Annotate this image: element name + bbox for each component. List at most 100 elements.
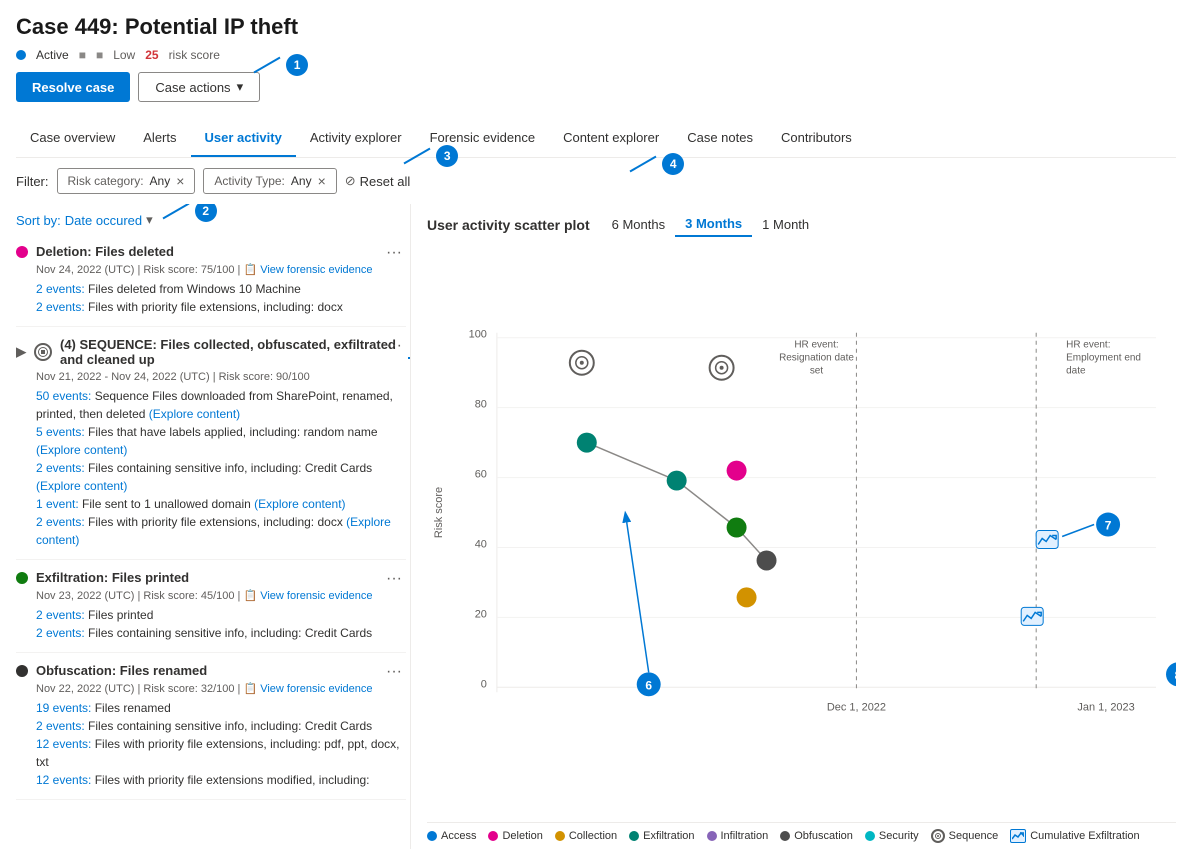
activity-title-exfil: Exfiltration: Files printed bbox=[36, 570, 189, 585]
svg-text:HR event:: HR event: bbox=[1066, 340, 1110, 351]
scatter-dot-olive[interactable] bbox=[737, 587, 757, 607]
case-meta: Active ■ ■ Low 25 risk score bbox=[16, 48, 1176, 62]
chart-legend: Access Deletion Collection Exfiltration … bbox=[427, 822, 1176, 849]
filter-chip-risk-close[interactable]: × bbox=[176, 173, 184, 189]
time-btn-6months[interactable]: 6 Months bbox=[602, 212, 675, 237]
forensic-link-obfus[interactable]: 📋 View forensic evidence bbox=[243, 683, 372, 695]
item-menu-exfil[interactable]: ··· bbox=[386, 570, 402, 588]
activity-details-deletion: 2 events: Files deleted from Windows 10 … bbox=[36, 280, 406, 316]
legend-label-sequence: Sequence bbox=[949, 830, 999, 842]
activity-details-obfus: 19 events: Files renamed 2 events: Files… bbox=[36, 699, 406, 789]
legend-label-security: Security bbox=[879, 830, 919, 842]
svg-text:set: set bbox=[810, 366, 824, 377]
explore-link[interactable]: (Explore content) bbox=[149, 407, 240, 421]
scatter-dot-deletion[interactable] bbox=[727, 461, 747, 481]
item-menu-sequence[interactable]: ··· bbox=[386, 337, 402, 355]
tab-case-notes[interactable]: Case notes bbox=[673, 120, 767, 157]
legend-security: Security bbox=[865, 830, 919, 842]
legend-label-infiltration: Infiltration bbox=[721, 830, 769, 842]
svg-text:HR event:: HR event: bbox=[794, 340, 838, 351]
activity-details-exfil: 2 events: Files printed 2 events: Files … bbox=[36, 606, 406, 642]
legend-icon-sequence bbox=[931, 829, 945, 843]
header: Case 449: Potential IP theft Active ■ ■ … bbox=[16, 0, 1176, 120]
svg-text:6: 6 bbox=[645, 678, 652, 692]
time-btn-3months[interactable]: 3 Months bbox=[675, 212, 752, 237]
legend-cumulative: Cumulative Exfiltration bbox=[1010, 829, 1139, 843]
item-menu-obfus[interactable]: ··· bbox=[386, 663, 402, 681]
legend-obfuscation: Obfuscation bbox=[780, 830, 853, 842]
activity-item-exfiltration: Exfiltration: Files printed Nov 23, 2022… bbox=[16, 560, 406, 653]
status-indicator bbox=[16, 50, 26, 60]
case-actions-button[interactable]: Case actions ▾ bbox=[138, 72, 260, 102]
activity-meta-exfil: Nov 23, 2022 (UTC) | Risk score: 45/100 … bbox=[36, 589, 406, 602]
explore-link[interactable]: (Explore content) bbox=[36, 479, 127, 493]
tab-content-explorer[interactable]: Content explorer bbox=[549, 120, 673, 157]
activity-header-sequence: ▶ (4) SEQUENCE: Files collected, obfusca… bbox=[16, 337, 406, 367]
filter-chip-risk[interactable]: Risk category: Any × bbox=[57, 168, 196, 194]
time-btn-1month[interactable]: 1 Month bbox=[752, 212, 819, 237]
status-label: Active bbox=[36, 48, 69, 62]
annotation-5: 5 bbox=[408, 347, 410, 369]
tab-activity-explorer[interactable]: Activity explorer bbox=[296, 120, 416, 157]
scatter-dot-green[interactable] bbox=[727, 518, 747, 538]
page-container: Case 449: Potential IP theft Active ■ ■ … bbox=[0, 0, 1192, 849]
legend-label-exfiltration: Exfiltration bbox=[643, 830, 694, 842]
explore-link[interactable]: (Explore content) bbox=[36, 515, 391, 547]
scatter-title: User activity scatter plot bbox=[427, 217, 590, 233]
activity-title-obfus: Obfuscation: Files renamed bbox=[36, 663, 207, 678]
tab-alerts[interactable]: Alerts bbox=[129, 120, 190, 157]
activity-item-sequence: ▶ (4) SEQUENCE: Files collected, obfusca… bbox=[16, 327, 406, 560]
left-panel: Sort by: Date occured ▾ 2 bbox=[16, 204, 411, 849]
risk-score-label: risk score bbox=[169, 48, 220, 62]
scatter-plot-svg: 100 80 60 40 20 0 Risk score bbox=[427, 243, 1176, 822]
resolve-case-button[interactable]: Resolve case bbox=[16, 72, 130, 102]
scatter-header: User activity scatter plot 6 Months 3 Mo… bbox=[427, 204, 1176, 243]
cumulative-marker-2 bbox=[1021, 607, 1043, 625]
legend-dot-exfiltration bbox=[629, 831, 639, 841]
activity-meta-obfus: Nov 22, 2022 (UTC) | Risk score: 32/100 … bbox=[36, 682, 406, 695]
forensic-link-exfil[interactable]: 📋 View forensic evidence bbox=[243, 590, 372, 602]
activity-dot-deletion bbox=[16, 246, 28, 258]
legend-label-obfuscation: Obfuscation bbox=[794, 830, 853, 842]
svg-text:Risk score: Risk score bbox=[433, 487, 445, 538]
scatter-dot-collection[interactable] bbox=[577, 433, 597, 453]
explore-link[interactable]: (Explore content) bbox=[254, 497, 345, 511]
tab-contributors[interactable]: Contributors bbox=[767, 120, 866, 157]
cumulative-marker-1 bbox=[1036, 531, 1058, 549]
legend-dot-infiltration bbox=[707, 831, 717, 841]
item-menu-deletion[interactable]: ··· bbox=[386, 244, 402, 262]
activity-meta-sequence: Nov 21, 2022 - Nov 24, 2022 (UTC) | Risk… bbox=[36, 371, 406, 383]
filter-chip-activity[interactable]: Activity Type: Any × bbox=[203, 168, 336, 194]
tab-case-overview[interactable]: Case overview bbox=[16, 120, 129, 157]
legend-dot-collection bbox=[555, 831, 565, 841]
sort-bar[interactable]: Sort by: Date occured ▾ 2 bbox=[16, 204, 410, 234]
explore-link[interactable]: (Explore content) bbox=[36, 443, 127, 457]
scatter-dot-obfus[interactable] bbox=[757, 550, 777, 570]
activity-title: Deletion: Files deleted bbox=[36, 244, 174, 259]
filter-chip-activity-close[interactable]: × bbox=[318, 173, 326, 189]
svg-text:40: 40 bbox=[475, 538, 487, 550]
case-title: Case 449: Potential IP theft bbox=[16, 14, 1176, 40]
reset-all-button[interactable]: ⊘ Reset all 3 bbox=[345, 173, 410, 189]
detail-item: 2 events: Files printed bbox=[36, 606, 406, 624]
scatter-dot-exfil[interactable] bbox=[667, 471, 687, 491]
legend-sequence: Sequence bbox=[931, 829, 999, 843]
sort-label: Sort by: bbox=[16, 213, 61, 228]
activity-header-exfil: Exfiltration: Files printed bbox=[16, 570, 406, 585]
tab-user-activity[interactable]: User activity bbox=[191, 120, 296, 157]
detail-item: 2 events: Files with priority file exten… bbox=[36, 513, 406, 549]
right-panel: User activity scatter plot 6 Months 3 Mo… bbox=[411, 204, 1176, 849]
svg-text:0: 0 bbox=[481, 678, 487, 690]
annotation-2: 2 bbox=[161, 204, 217, 222]
seq-expand-icon[interactable]: ▶ bbox=[16, 344, 26, 360]
legend-collection: Collection bbox=[555, 830, 617, 842]
svg-text:60: 60 bbox=[475, 469, 487, 481]
legend-dot-security bbox=[865, 831, 875, 841]
svg-text:8: 8 bbox=[1175, 668, 1176, 682]
forensic-evidence-link[interactable]: 📋 View forensic evidence bbox=[243, 264, 372, 276]
legend-dot-deletion bbox=[488, 831, 498, 841]
activity-item-obfuscation: Obfuscation: Files renamed Nov 22, 2022 … bbox=[16, 653, 406, 800]
risk-score: 25 bbox=[145, 48, 158, 62]
sequence-title: (4) SEQUENCE: Files collected, obfuscate… bbox=[60, 337, 406, 367]
legend-exfiltration: Exfiltration bbox=[629, 830, 694, 842]
